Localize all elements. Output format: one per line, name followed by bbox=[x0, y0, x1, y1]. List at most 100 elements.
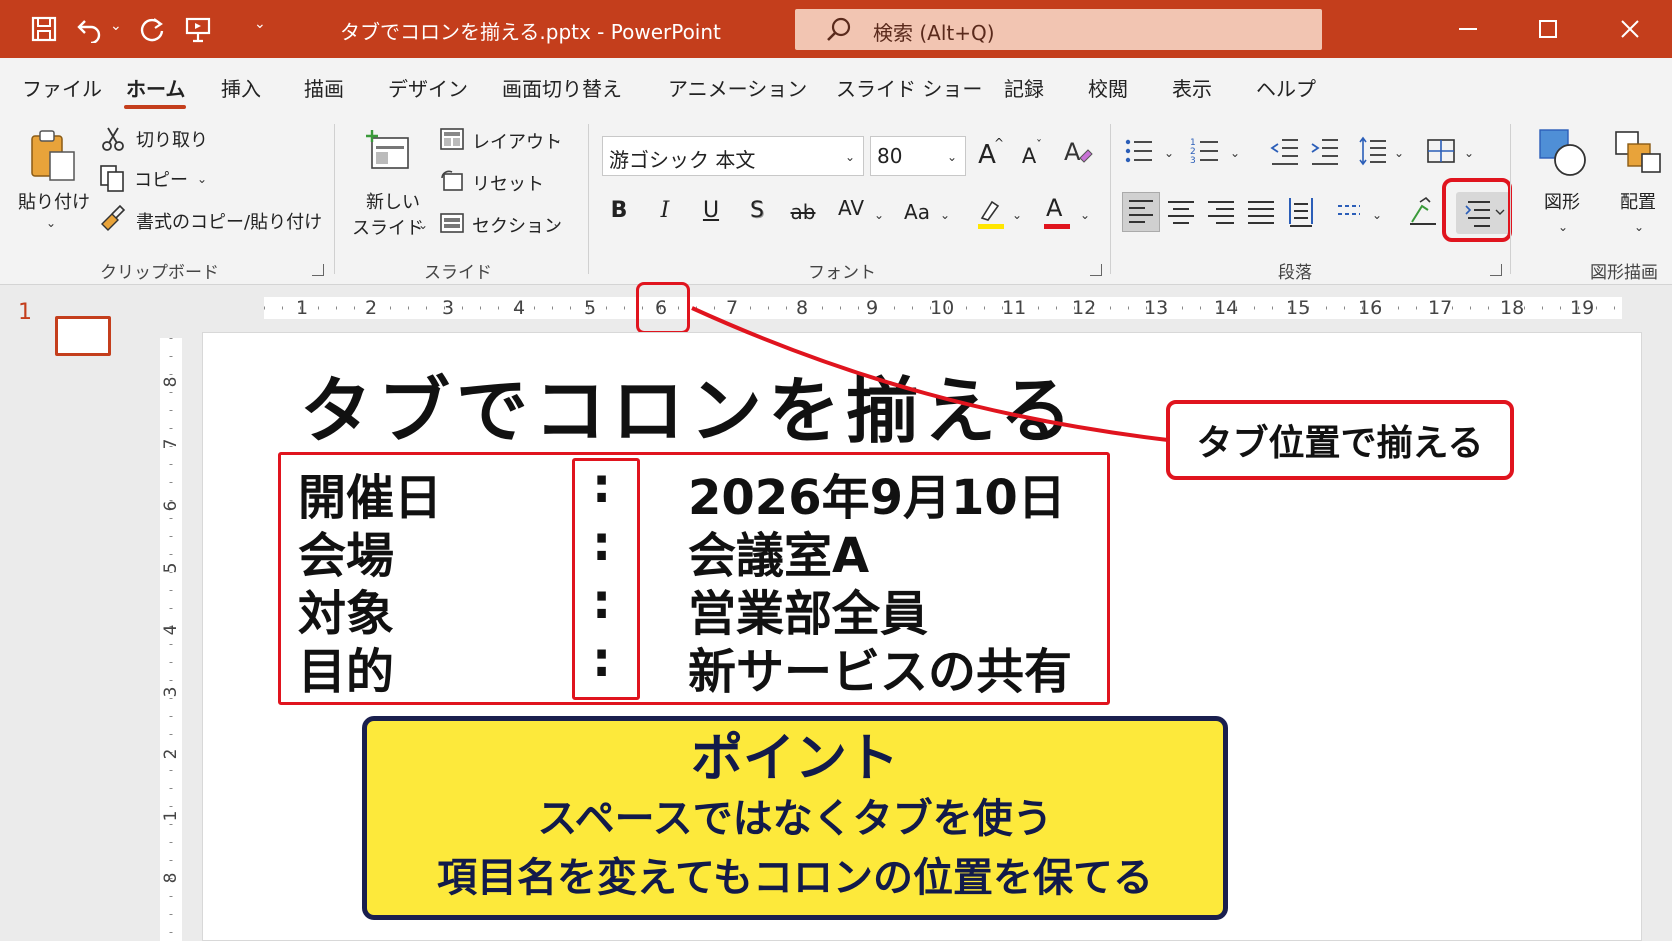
change-case-button[interactable]: Aa bbox=[900, 200, 934, 224]
format-painter-icon[interactable] bbox=[98, 204, 126, 232]
ruler-number: 14 bbox=[1214, 297, 1239, 319]
search-box[interactable]: 検索 (Alt+Q) bbox=[795, 9, 1322, 50]
text-direction-dropdown-icon[interactable]: ⌄ bbox=[1372, 208, 1382, 222]
tab-home[interactable]: ホーム bbox=[126, 73, 185, 102]
align-center-icon[interactable] bbox=[1164, 194, 1198, 230]
cut-icon[interactable] bbox=[100, 126, 126, 152]
close-button[interactable] bbox=[1610, 12, 1650, 46]
underline-button[interactable]: U bbox=[694, 198, 728, 223]
font-size-dropdown-icon[interactable]: ⌄ bbox=[947, 150, 957, 164]
reset-icon[interactable] bbox=[440, 170, 464, 192]
tab-animations[interactable]: アニメーション bbox=[668, 73, 807, 102]
layout-button[interactable]: レイアウト bbox=[472, 128, 562, 154]
arrange-button[interactable]: 配置 bbox=[1620, 188, 1656, 214]
italic-button[interactable]: I bbox=[648, 198, 682, 223]
format-painter-button[interactable]: 書式のコピー/貼り付け bbox=[136, 208, 322, 234]
font-color-button[interactable]: A bbox=[1042, 194, 1072, 230]
tab-draw[interactable]: 描画 bbox=[304, 73, 344, 102]
shapes-dropdown-icon[interactable]: ⌄ bbox=[1558, 220, 1568, 234]
columns-icon[interactable] bbox=[1426, 136, 1456, 166]
new-slide-icon[interactable] bbox=[364, 128, 412, 176]
horizontal-ruler[interactable]: 1 2 3 4 5 6 7 8 9 10 11 12 13 14 15 16 1… bbox=[264, 297, 1622, 319]
section-dropdown-icon[interactable]: ⌄ bbox=[552, 216, 562, 230]
paste-dropdown-icon[interactable]: ⌄ bbox=[46, 216, 56, 230]
minimize-button[interactable] bbox=[1448, 12, 1488, 46]
undo-icon[interactable] bbox=[74, 13, 106, 45]
arrange-icon[interactable] bbox=[1612, 126, 1664, 178]
font-launcher-icon[interactable] bbox=[1090, 264, 1102, 276]
spacing-dropdown-icon[interactable]: ⌄ bbox=[874, 208, 884, 222]
tab-slideshow[interactable]: スライド ショー bbox=[836, 73, 982, 102]
paragraph-launcher-icon[interactable] bbox=[1490, 264, 1502, 276]
line-spacing-dropdown-icon[interactable]: ⌄ bbox=[1394, 146, 1404, 160]
tab-transitions[interactable]: 画面切り替え bbox=[502, 73, 622, 102]
copy-dropdown-icon[interactable]: ⌄ bbox=[197, 172, 207, 186]
font-family-dropdown-icon[interactable]: ⌄ bbox=[845, 150, 855, 164]
arrange-dropdown-icon[interactable]: ⌄ bbox=[1634, 220, 1644, 234]
slide-title[interactable]: タブでコロンを揃える bbox=[300, 352, 1078, 457]
clear-formatting-icon[interactable]: A bbox=[1062, 136, 1094, 170]
bullets-icon[interactable] bbox=[1124, 136, 1154, 166]
align-right-icon[interactable] bbox=[1204, 194, 1238, 230]
point-box[interactable]: ポイント スペースではなくタブを使う 項目名を変えてもコロンの位置を保てる bbox=[362, 716, 1228, 920]
text-direction-icon[interactable] bbox=[1334, 196, 1364, 226]
row-value[interactable]: 新サービスの共有 bbox=[688, 632, 1072, 702]
new-slide-label-2[interactable]: スライド bbox=[352, 214, 424, 240]
bullets-dropdown-icon[interactable]: ⌄ bbox=[1164, 146, 1174, 160]
redo-icon[interactable] bbox=[136, 13, 168, 45]
strikethrough-button[interactable]: ab bbox=[786, 200, 820, 224]
new-slide-dropdown-icon[interactable]: ⌄ bbox=[418, 218, 428, 232]
row-colon: : bbox=[592, 574, 612, 630]
tab-design[interactable]: デザイン bbox=[388, 73, 468, 102]
copy-icon[interactable] bbox=[98, 164, 126, 192]
tab-insert[interactable]: 挿入 bbox=[221, 73, 261, 102]
distributed-icon[interactable] bbox=[1284, 194, 1318, 230]
font-color-dropdown-icon[interactable]: ⌄ bbox=[1080, 208, 1090, 222]
numbering-dropdown-icon[interactable]: ⌄ bbox=[1230, 146, 1240, 160]
customize-quick-access-icon[interactable]: ⌄ bbox=[254, 16, 266, 32]
numbering-icon[interactable]: 123 bbox=[1190, 136, 1220, 166]
vertical-ruler[interactable]: 8 7 6 5 4 3 2 1 8 bbox=[160, 338, 182, 941]
layout-icon[interactable] bbox=[440, 128, 464, 150]
tab-file[interactable]: ファイル bbox=[22, 73, 102, 102]
reset-button[interactable]: リセット bbox=[472, 170, 544, 196]
justify-icon[interactable] bbox=[1244, 194, 1278, 230]
cut-button[interactable]: 切り取り bbox=[136, 126, 208, 152]
case-dropdown-icon[interactable]: ⌄ bbox=[940, 208, 950, 222]
align-text-icon[interactable] bbox=[1406, 194, 1440, 230]
font-family-value: 游ゴシック 本文 bbox=[609, 148, 756, 172]
font-size-select[interactable]: 80 ⌄ bbox=[870, 136, 966, 176]
tab-record[interactable]: 記録 bbox=[1004, 73, 1044, 102]
tab-help[interactable]: ヘルプ bbox=[1256, 73, 1316, 102]
slide-thumbnail[interactable] bbox=[55, 316, 111, 356]
increase-indent-icon[interactable] bbox=[1310, 136, 1340, 166]
copy-button[interactable]: コピー bbox=[134, 166, 188, 192]
undo-dropdown-icon[interactable]: ⌄ bbox=[110, 18, 122, 34]
new-slide-label-1[interactable]: 新しい bbox=[366, 188, 420, 214]
bold-button[interactable]: B bbox=[602, 198, 636, 223]
text-shadow-button[interactable]: S bbox=[740, 198, 774, 223]
paste-button[interactable]: 貼り付け bbox=[18, 188, 90, 214]
start-from-beginning-icon[interactable] bbox=[182, 13, 214, 45]
character-spacing-button[interactable]: AV bbox=[834, 196, 868, 220]
tab-view[interactable]: 表示 bbox=[1172, 73, 1212, 102]
save-icon[interactable] bbox=[28, 13, 60, 45]
line-spacing-icon[interactable] bbox=[1358, 136, 1388, 166]
align-left-button[interactable] bbox=[1122, 192, 1160, 232]
highlight-dropdown-icon[interactable]: ⌄ bbox=[1012, 208, 1022, 222]
maximize-button[interactable] bbox=[1528, 12, 1568, 46]
shapes-button[interactable]: 図形 bbox=[1544, 188, 1580, 214]
font-family-select[interactable]: 游ゴシック 本文 ⌄ bbox=[602, 136, 864, 176]
decrease-indent-icon[interactable] bbox=[1270, 136, 1300, 166]
paste-icon[interactable] bbox=[24, 128, 80, 184]
tab-review[interactable]: 校閲 bbox=[1088, 73, 1128, 102]
layout-dropdown-icon[interactable]: ⌄ bbox=[552, 132, 562, 146]
drawing-group-label: 図形描画 bbox=[1590, 263, 1658, 283]
section-button[interactable]: セクション bbox=[472, 212, 562, 238]
clipboard-launcher-icon[interactable] bbox=[312, 264, 324, 276]
highlight-color-icon[interactable] bbox=[976, 196, 1006, 230]
section-icon[interactable] bbox=[440, 212, 464, 234]
shapes-icon[interactable] bbox=[1536, 126, 1588, 178]
columns-dropdown-icon[interactable]: ⌄ bbox=[1464, 146, 1474, 160]
row-label[interactable]: 目的 bbox=[298, 632, 394, 702]
